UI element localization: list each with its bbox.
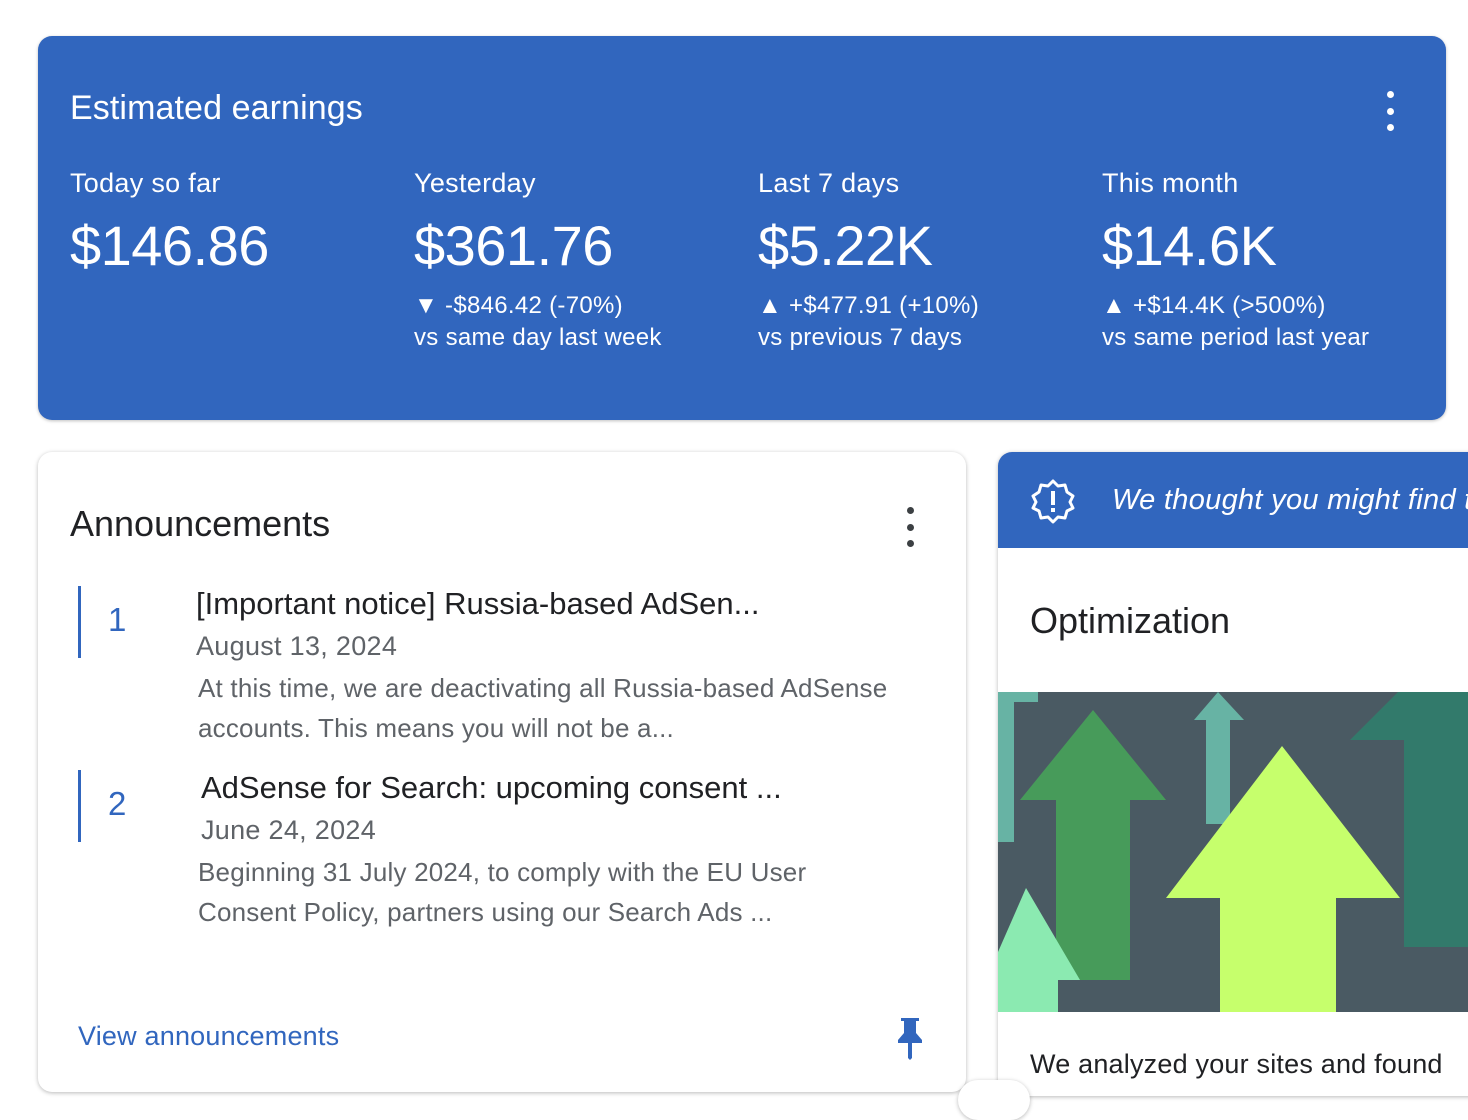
more-vert-icon[interactable]	[904, 507, 916, 547]
pin-icon[interactable]	[896, 1016, 924, 1060]
metric-last-7-days[interactable]: Last 7 days $5.22K ▲ +$477.91 (+10%) vs …	[758, 166, 979, 354]
alert-badge-icon	[1031, 479, 1075, 524]
metric-change: ▲ +$477.91 (+10%)	[758, 292, 979, 319]
metric-value: $361.76	[414, 214, 613, 277]
metric-value: $14.6K	[1102, 214, 1277, 277]
announcement-indicator	[78, 586, 81, 658]
announcements-title: Announcements	[70, 503, 331, 544]
metric-yesterday[interactable]: Yesterday $361.76 ▼ -$846.42 (-70%) vs s…	[414, 166, 662, 354]
banner-text: We thought you might find this useful	[1112, 484, 1468, 516]
estimated-earnings-card: Estimated earnings Today so far $146.86 …	[38, 36, 1446, 420]
announcement-number: 2	[108, 785, 127, 822]
more-vert-icon[interactable]	[1384, 91, 1396, 131]
metric-value: $146.86	[70, 214, 269, 277]
metric-today[interactable]: Today so far $146.86	[70, 166, 269, 278]
optimization-title: Optimization	[1030, 600, 1231, 641]
announcement-body: At this time, we are deactivating all Ru…	[198, 673, 888, 743]
metric-comparison: vs same day last week	[414, 324, 662, 351]
announcement-date: August 13, 2024	[196, 631, 398, 661]
optimization-body: We analyzed your sites and found	[1030, 1049, 1443, 1079]
announcement-indicator	[78, 770, 81, 842]
metric-comparison: vs same period last year	[1102, 324, 1370, 351]
metric-change: ▼ -$846.42 (-70%)	[414, 292, 623, 319]
announcements-card: Announcements 1 [Important notice] Russi…	[38, 452, 966, 1092]
metric-label: Today so far	[70, 168, 221, 198]
metric-label: Last 7 days	[758, 168, 900, 198]
metric-value: $5.22K	[758, 214, 933, 277]
metric-change: ▲ +$14.4K (>500%)	[1102, 292, 1326, 319]
floating-scroll-button[interactable]	[958, 1080, 1030, 1120]
metric-label: Yesterday	[414, 168, 536, 198]
announcement-body: Beginning 31 July 2024, to comply with t…	[198, 857, 807, 927]
earnings-title: Estimated earnings	[70, 89, 363, 127]
announcement-headline[interactable]: [Important notice] Russia-based AdSen...	[196, 586, 759, 622]
metric-comparison: vs previous 7 days	[758, 324, 963, 351]
metric-this-month[interactable]: This month $14.6K ▲ +$14.4K (>500%) vs s…	[1102, 166, 1369, 354]
optimization-card: We thought you might find this useful Op…	[998, 452, 1468, 1096]
announcement-headline[interactable]: AdSense for Search: upcoming consent ...	[201, 770, 782, 806]
metric-label: This month	[1102, 168, 1239, 198]
growth-arrows-illustration	[998, 692, 1468, 1012]
recommendation-banner[interactable]: We thought you might find this useful	[998, 452, 1468, 548]
announcement-number: 1	[108, 601, 127, 638]
view-announcements-link[interactable]: View announcements	[78, 1018, 339, 1054]
announcement-date: June 24, 2024	[201, 815, 377, 845]
